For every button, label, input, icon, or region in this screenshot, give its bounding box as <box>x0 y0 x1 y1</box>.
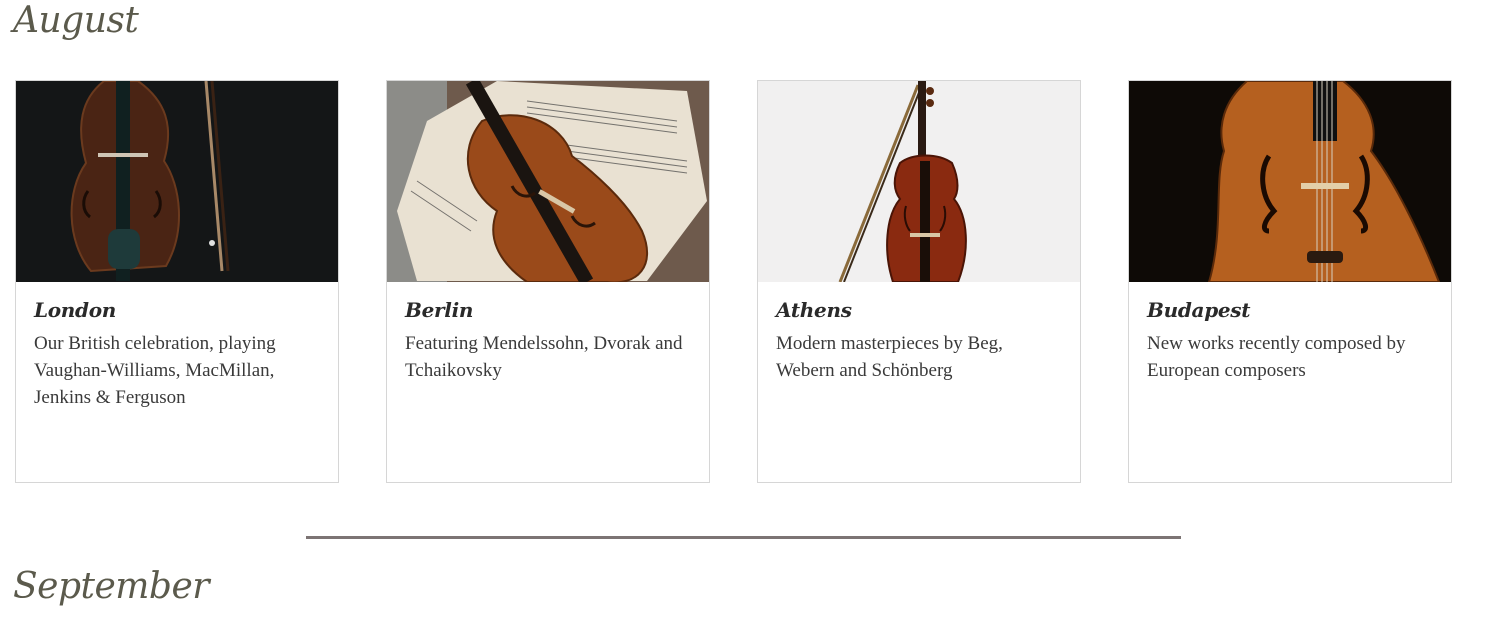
concert-card-grid: London Our British celebration, playing … <box>15 80 1452 483</box>
month-heading-august: August <box>13 0 139 41</box>
card-image-violin-white <box>758 81 1080 282</box>
concert-card-berlin[interactable]: Berlin Featuring Mendelssohn, Dvorak and… <box>386 80 710 483</box>
concert-card-budapest[interactable]: Budapest New works recently composed by … <box>1128 80 1452 483</box>
section-divider <box>306 536 1181 539</box>
concert-card-athens[interactable]: Athens Modern masterpieces by Beg, Weber… <box>757 80 1081 483</box>
card-image-violin-dark <box>16 81 338 282</box>
card-description: New works recently composed by European … <box>1147 333 1406 381</box>
card-description: Featuring Mendelssohn, Dvorak and Tchaik… <box>405 333 683 381</box>
card-title: Budapest <box>1147 298 1251 322</box>
card-image-cello <box>1129 81 1451 282</box>
violin-image-icon <box>16 81 338 282</box>
card-description: Our British celebration, playing Vaughan… <box>34 333 276 408</box>
card-title: Berlin <box>405 298 474 322</box>
card-title: London <box>34 298 117 322</box>
violin-bow-white-icon <box>758 81 1080 282</box>
cello-image-icon <box>1129 81 1451 282</box>
card-title: Athens <box>776 298 852 322</box>
concert-card-london[interactable]: London Our British celebration, playing … <box>15 80 339 483</box>
card-image-violin-sheet-music <box>387 81 709 282</box>
card-description: Modern masterpieces by Beg, Webern and S… <box>776 333 1003 381</box>
month-heading-september: September <box>13 566 209 607</box>
violin-sheet-music-icon <box>387 81 709 282</box>
